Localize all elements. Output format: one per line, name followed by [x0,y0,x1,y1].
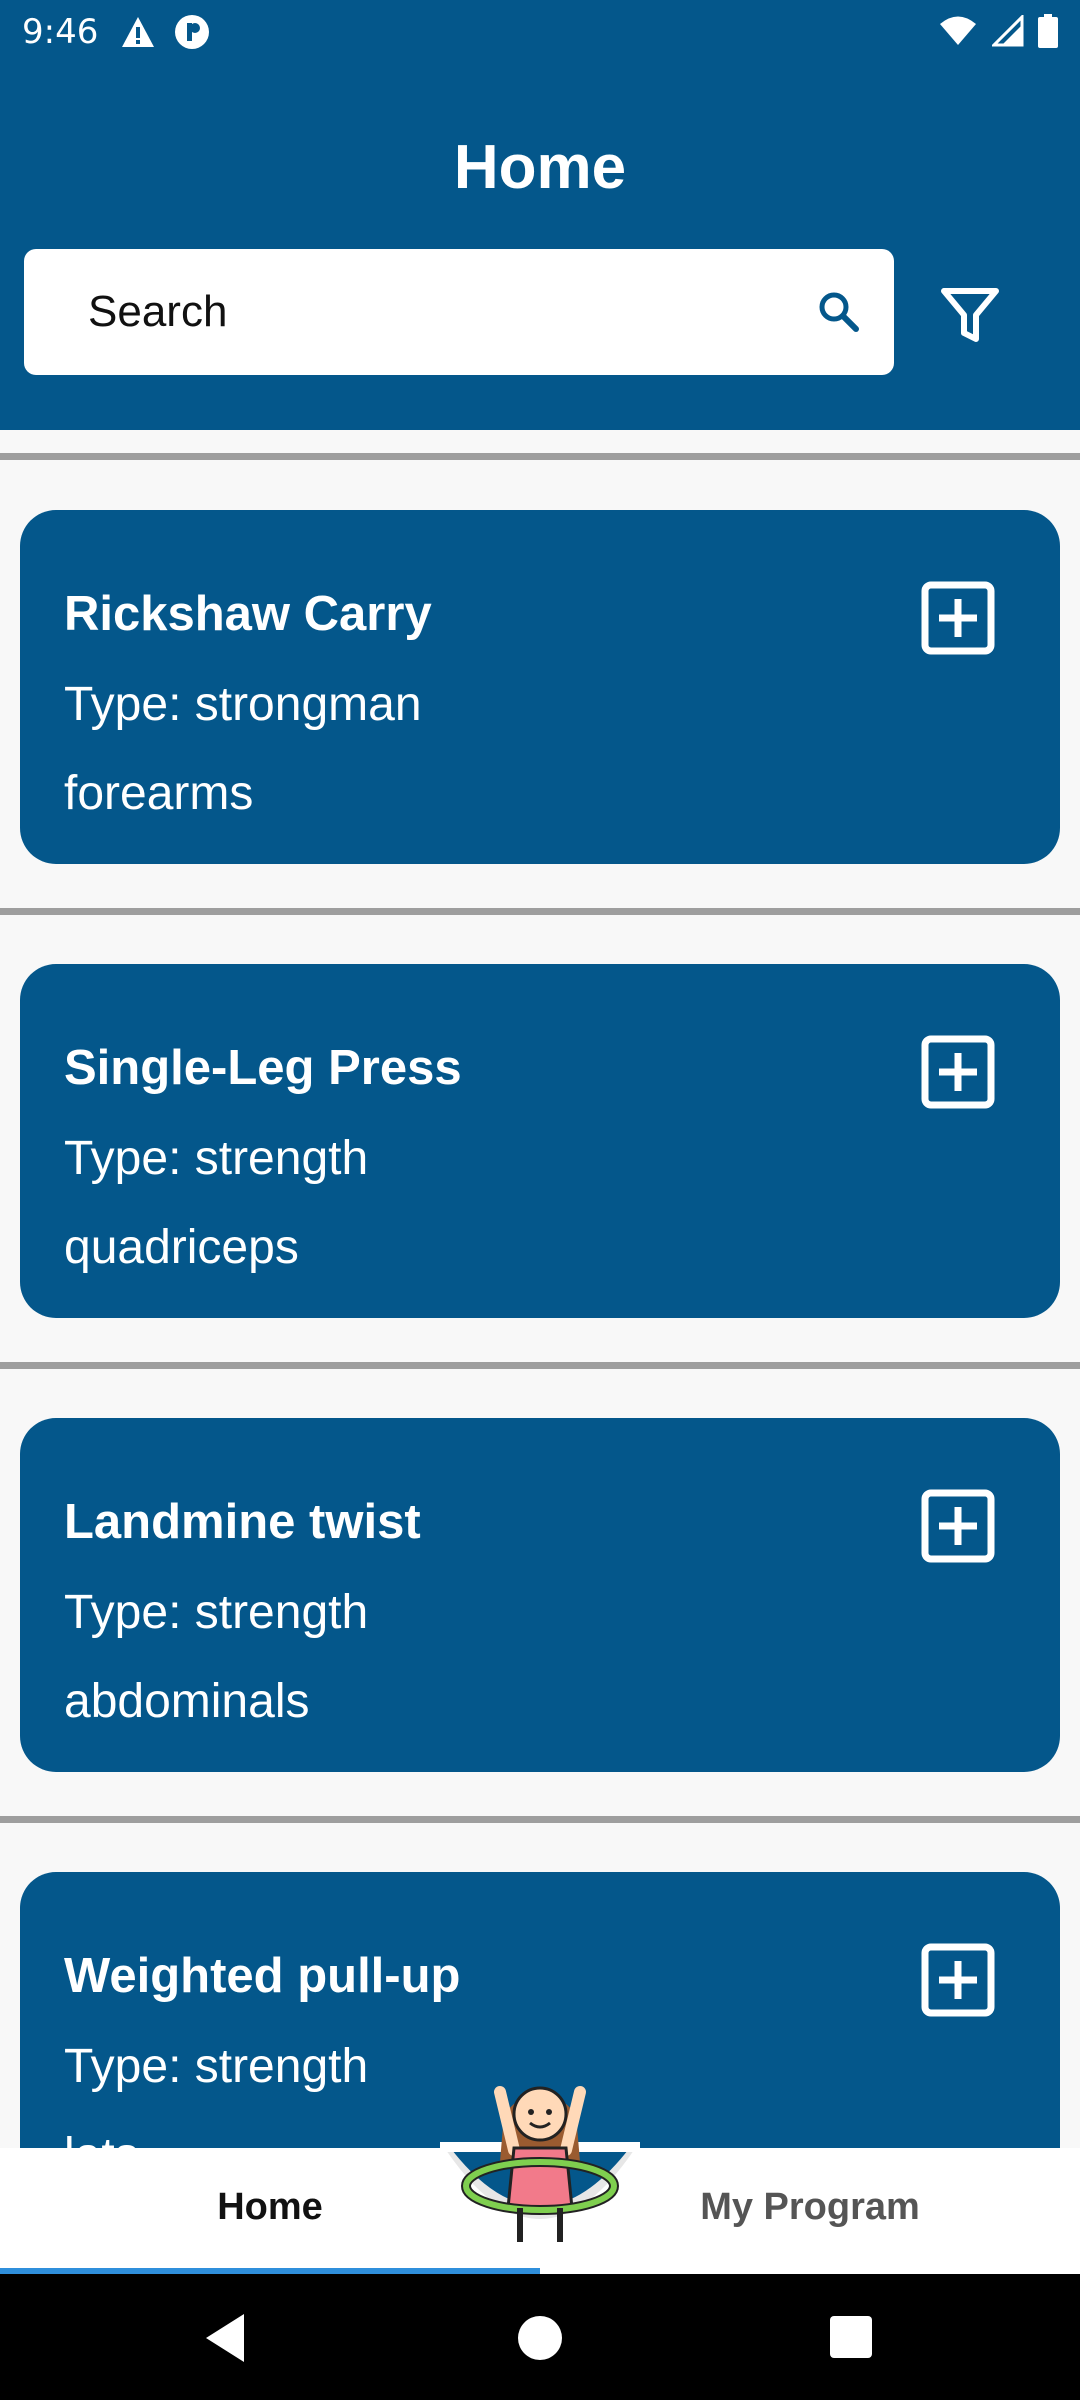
page-title: Home [453,133,627,202]
filter-icon[interactable] [938,283,1002,347]
exercise-muscle: abdominals [64,1675,310,1728]
exercise-name: Weighted pull-up [64,1949,461,2003]
list-divider [0,1816,1080,1823]
exercise-type: Type: strength [64,2040,369,2093]
wifi-icon [940,16,976,45]
hula-hoop-girl-icon[interactable] [440,2062,640,2262]
add-box-icon[interactable] [920,1488,996,1564]
data-saver-icon [175,15,209,49]
add-box-icon[interactable] [920,580,996,656]
exercise-card[interactable]: Rickshaw Carry Type: strongman forearms [20,510,1060,864]
back-icon[interactable] [200,2310,250,2366]
home-circle-icon[interactable] [518,2316,562,2360]
exercise-type: Type: strongman [64,678,422,731]
exercise-card[interactable]: Landmine twist Type: strength abdominals [20,1418,1060,1772]
add-box-icon[interactable] [920,1942,996,2018]
search-input[interactable]: Search [24,249,894,375]
exercise-name: Landmine twist [64,1495,421,1549]
exercise-muscle: quadriceps [64,1221,299,1274]
warning-icon [122,17,154,47]
exercise-card[interactable]: Single-Leg Press Type: strength quadrice… [20,964,1060,1318]
list-divider [0,908,1080,915]
app-header: Home Search [0,66,1080,430]
add-box-icon[interactable] [920,1034,996,1110]
exercise-muscle: forearms [64,767,254,820]
status-time: 9:46 [22,12,99,52]
list-divider [0,1362,1080,1369]
exercise-type: Type: strength [64,1132,369,1185]
signal-icon [992,15,1024,47]
recents-square-icon[interactable] [830,2316,872,2358]
search-placeholder: Search [88,287,228,336]
search-icon[interactable] [814,287,864,337]
exercise-name: Rickshaw Carry [64,587,432,641]
status-bar: 9:46 [0,0,1080,66]
battery-icon [1038,14,1058,48]
exercise-type: Type: strength [64,1586,369,1639]
exercise-name: Single-Leg Press [64,1041,462,1095]
list-divider [0,453,1080,460]
system-nav-bar [0,2274,1080,2400]
